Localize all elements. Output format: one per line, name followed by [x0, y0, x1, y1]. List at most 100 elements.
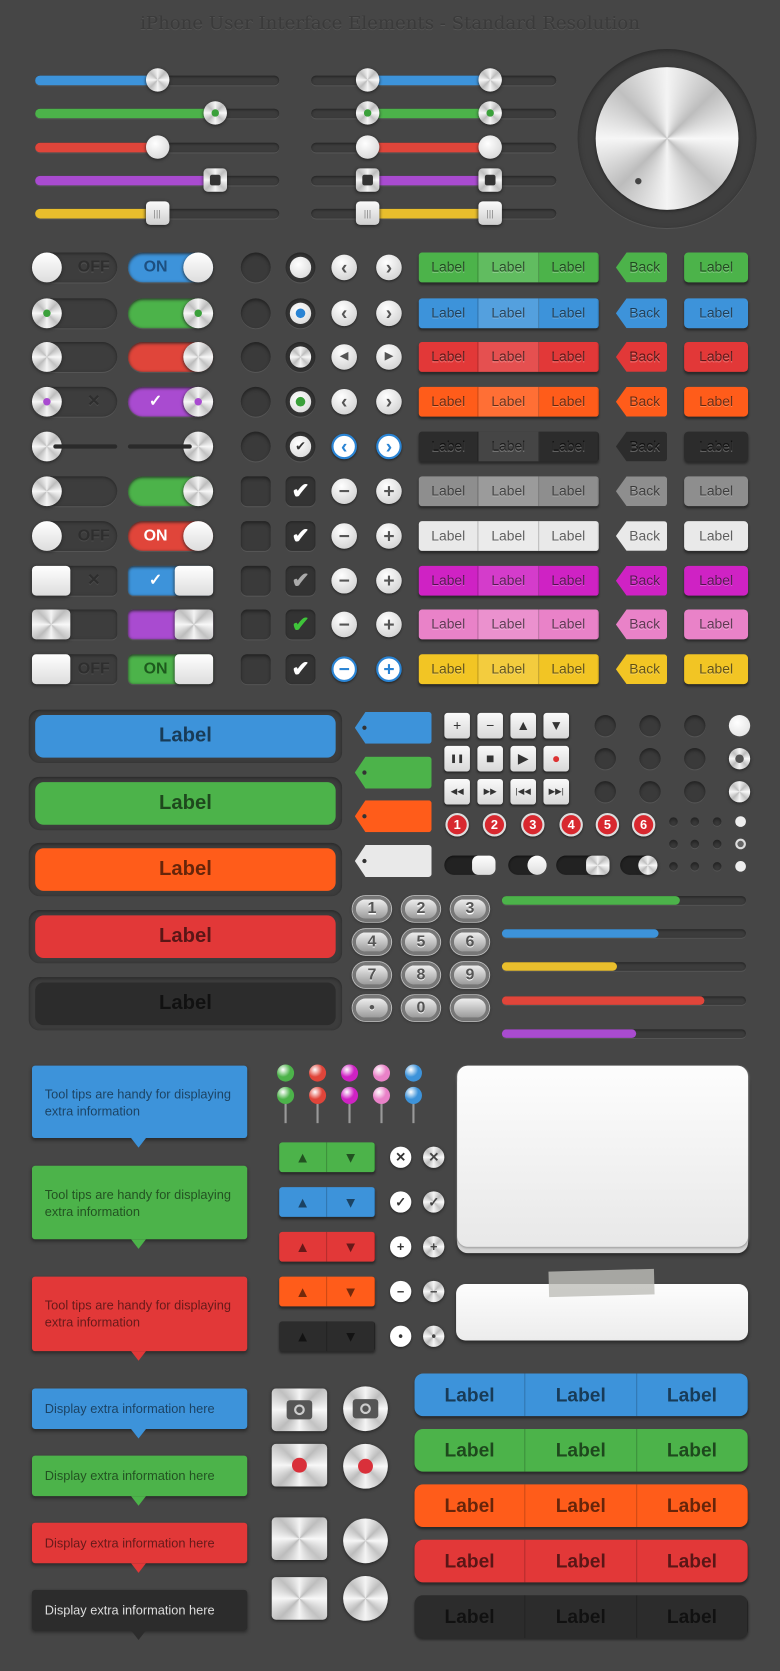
down-button[interactable]: ▼ [543, 712, 570, 739]
back-button[interactable]: Back [615, 654, 668, 685]
plus-button[interactable]: + [444, 712, 470, 739]
segment-1[interactable]: Label [419, 609, 479, 640]
segment-2[interactable]: Label [478, 298, 539, 329]
slider-track[interactable] [35, 108, 280, 119]
toggle-knob[interactable] [183, 386, 214, 417]
radio-empty-slot[interactable] [240, 252, 271, 283]
label-button[interactable]: Label [684, 521, 749, 551]
segment-2[interactable]: Label [526, 1484, 637, 1528]
price-tag-white[interactable] [354, 845, 432, 877]
keypad-key-blank[interactable] [450, 995, 490, 1021]
range-slider-high-thumb[interactable]: ||| [478, 201, 502, 225]
keypad-key-9[interactable]: 9 [450, 962, 490, 988]
plus-button[interactable]: + [376, 656, 402, 682]
slider-track[interactable] [35, 175, 280, 186]
metal-dial-knob[interactable] [595, 67, 739, 210]
segment-3[interactable]: Label [539, 431, 599, 462]
plus-button[interactable]: + [376, 567, 402, 594]
radio-check-control[interactable]: ✔ [285, 431, 316, 462]
check-white-control[interactable]: ✔ [285, 521, 316, 551]
up-arrow-icon[interactable]: ▲ [279, 1321, 328, 1352]
back-button[interactable]: Back [615, 431, 668, 462]
range-slider-track[interactable] [311, 75, 557, 86]
pin-head[interactable] [309, 1086, 327, 1104]
back-button[interactable]: Back [615, 609, 668, 640]
dot-metal-circle-button[interactable]: • [423, 1325, 445, 1347]
minus-button[interactable]: − [331, 478, 357, 505]
range-slider-high-thumb[interactable] [478, 168, 502, 192]
range-slider-track[interactable] [311, 175, 557, 186]
radio-empty-slot[interactable] [240, 609, 271, 640]
segment-1[interactable]: Label [415, 1428, 526, 1472]
back-button[interactable]: Back [615, 565, 668, 596]
toggle-switch-on[interactable]: ✓ [127, 386, 214, 417]
segment-2[interactable]: Label [478, 609, 539, 640]
range-slider-track[interactable] [311, 208, 557, 219]
radio-empty-slot[interactable] [240, 431, 271, 462]
segmented-control[interactable]: Label Label Label [418, 431, 599, 462]
record-round-button[interactable] [343, 1443, 388, 1489]
segment-3[interactable]: Label [637, 1373, 749, 1417]
check-white-control[interactable]: ✔ [285, 476, 316, 507]
toggle-switch-on[interactable] [127, 476, 214, 507]
minus-button[interactable]: − [331, 567, 357, 594]
radio-green-control[interactable] [285, 386, 316, 417]
slider-thumb[interactable]: ||| [145, 201, 169, 225]
keypad-key-3[interactable]: 3 [450, 896, 490, 922]
record-square-button[interactable] [271, 1443, 328, 1487]
radio-empty-slot[interactable] [240, 298, 271, 329]
segment-3[interactable]: Label [539, 609, 599, 640]
toggle-switch-off[interactable] [31, 476, 118, 507]
slider-thumb[interactable] [145, 135, 169, 159]
segment-2[interactable]: Label [526, 1373, 637, 1417]
segment-2[interactable]: Label [478, 431, 539, 462]
segmented-control[interactable]: Label Label Label [418, 476, 599, 507]
number-badge[interactable]: 6 [631, 813, 656, 837]
radio-empty-slot[interactable] [240, 654, 271, 685]
toggle-knob[interactable] [183, 476, 214, 507]
radio-empty-slot[interactable] [240, 521, 271, 551]
toggle-knob[interactable] [183, 521, 214, 551]
mini-toggle-knob[interactable] [586, 855, 610, 875]
camera-round-button[interactable] [343, 1386, 388, 1432]
pin-head[interactable] [340, 1064, 359, 1082]
plus-icon[interactable]: + [390, 1236, 412, 1258]
back-button[interactable]: Back [615, 342, 668, 372]
large-segmented-control[interactable]: Label Label Label [414, 1539, 749, 1583]
keypad-key-•[interactable]: • [352, 995, 392, 1021]
pin-head[interactable] [309, 1064, 327, 1082]
mini-toggle-knob[interactable] [527, 855, 547, 875]
segment-2[interactable]: Label [526, 1539, 637, 1583]
keypad-key-4[interactable]: 4 [352, 929, 392, 955]
plus-metal-circle-button[interactable]: + [423, 1236, 445, 1258]
toggle-switch-on[interactable]: ✓ [127, 565, 214, 596]
rewind-button[interactable]: ◀◀ [444, 778, 470, 805]
number-badge[interactable]: 5 [595, 813, 620, 837]
toggle-knob[interactable] [31, 386, 62, 417]
skip-forward-button[interactable]: ▶▶| [543, 778, 570, 805]
segmented-control[interactable]: Label Label Label [418, 609, 599, 640]
pin-head[interactable] [404, 1064, 422, 1082]
segment-3[interactable]: Label [539, 521, 599, 551]
large-button-green[interactable]: Label [35, 782, 336, 825]
toggle-switch-on[interactable]: ON [127, 654, 214, 685]
segment-1[interactable]: Label [419, 386, 479, 417]
indicator-light[interactable] [728, 748, 751, 770]
toggle-switch-off[interactable]: OFF [31, 252, 118, 283]
segment-1[interactable]: Label [419, 342, 479, 372]
toggle-switch-off[interactable]: ✕ [31, 386, 118, 417]
label-button[interactable]: Label [684, 565, 749, 596]
segment-3[interactable]: Label [539, 298, 599, 329]
segmented-control[interactable]: Label Label Label [418, 565, 599, 596]
blank-square-button[interactable] [271, 1517, 328, 1561]
blank-square-button[interactable] [271, 1577, 328, 1620]
toggle-knob[interactable] [183, 252, 214, 283]
radio-empty-slot[interactable] [240, 476, 271, 507]
range-slider-low-thumb[interactable] [355, 168, 380, 192]
mini-toggle[interactable] [508, 855, 547, 875]
keypad-key-0[interactable]: 0 [401, 995, 441, 1021]
record-button[interactable]: ● [543, 745, 570, 772]
mini-toggle[interactable] [620, 855, 658, 875]
up-down-stepper[interactable]: ▲ ▼ [279, 1321, 376, 1352]
stop-button[interactable]: ■ [477, 745, 503, 772]
